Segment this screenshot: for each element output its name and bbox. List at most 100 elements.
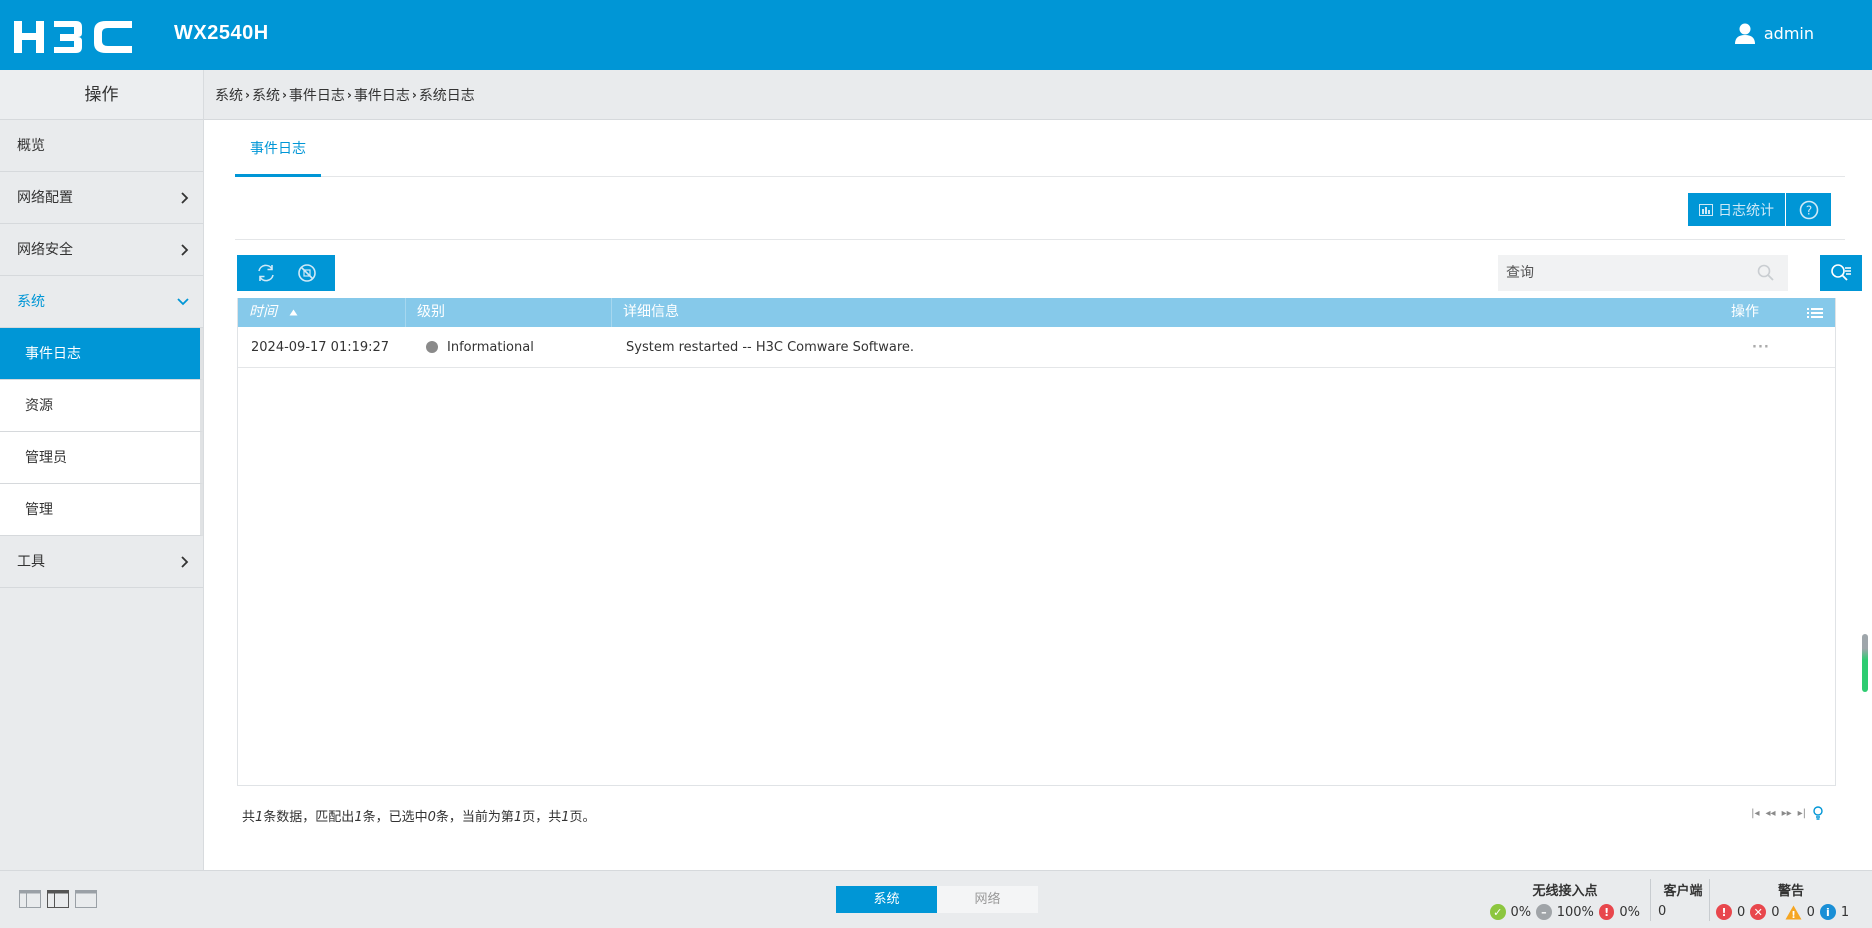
username: admin xyxy=(1763,23,1814,43)
sidebar: 操作 概览 网络配置 网络安全 系统 事件日志 资源 管理员 管理 工具 xyxy=(0,70,204,870)
ap-status[interactable]: 无线接入点 ✓ 0% –100% ! 0% xyxy=(1490,880,1640,924)
sidebar-item-overview[interactable]: 概览 xyxy=(0,120,203,172)
selected-count: 0 xyxy=(427,810,436,825)
chevron-right-icon: › xyxy=(411,87,417,102)
cell-detail: System restarted -- H3C Comware Software… xyxy=(626,339,915,355)
sidebar-item-tools[interactable]: 工具 xyxy=(0,536,203,588)
breadcrumb-item[interactable]: 系统 xyxy=(215,85,243,105)
alert-warning: 0 xyxy=(1806,904,1815,920)
table-toolbar xyxy=(237,255,1862,291)
breadcrumb-item[interactable]: 事件日志 xyxy=(354,85,410,105)
sidebar-item-system[interactable]: 系统 xyxy=(0,276,203,328)
status-divider xyxy=(1709,879,1710,921)
sidebar-item-network-security[interactable]: 网络安全 xyxy=(0,224,203,276)
layout-left-panel-icon[interactable] xyxy=(19,890,41,908)
client-status-title: 客户端 xyxy=(1663,884,1703,899)
row-more-button[interactable]: ··· xyxy=(1720,340,1835,355)
log-stats-button[interactable]: 日志统计 xyxy=(1688,193,1786,226)
client-count: 0 xyxy=(1658,904,1667,919)
column-header-detail[interactable]: 详细信息 xyxy=(612,298,1720,327)
breadcrumb-item[interactable]: 系统 xyxy=(252,85,280,105)
layout-default-icon[interactable] xyxy=(47,890,69,908)
column-header-level[interactable]: 级别 xyxy=(406,298,612,327)
chevron-right-icon xyxy=(181,172,189,224)
column-settings-icon[interactable] xyxy=(1795,298,1835,327)
sidebar-subitem-event-log[interactable]: 事件日志 xyxy=(0,328,203,380)
breadcrumb: 系统 › 系统 › 事件日志 › 事件日志 › 系统日志 xyxy=(204,70,1872,120)
first-page-icon[interactable]: |◂ xyxy=(1751,808,1759,819)
pagination-summary: 共1条数据，匹配出1条，已选中0条，当前为第1页，共1页。 xyxy=(242,806,596,825)
chevron-right-icon: › xyxy=(346,87,352,102)
h3c-logo xyxy=(14,21,132,53)
tab-event-log[interactable]: 事件日志 xyxy=(235,120,321,177)
tab-bar: 事件日志 xyxy=(235,120,1845,177)
critical-icon: ! xyxy=(1716,904,1732,920)
check-icon: ✓ xyxy=(1490,904,1506,920)
last-page-icon[interactable]: ▸| xyxy=(1798,808,1806,819)
next-page-icon[interactable]: ▸▸ xyxy=(1782,808,1792,819)
cell-level: Informational xyxy=(406,340,612,355)
chevron-right-icon: › xyxy=(245,87,250,102)
alert-status-title: 警告 xyxy=(1777,884,1804,899)
status-bar: 系统 网络 无线接入点 ✓ 0% –100% ! 0% 客户端 0 警告 ! 0 ✕ 0… xyxy=(0,870,1872,928)
alert-icon: ! xyxy=(1598,904,1615,920)
column-header-label: 时间 xyxy=(249,304,277,320)
summary-text: 条，当前为第 xyxy=(435,810,514,825)
pagination-controls: |◂ ◂◂ ▸▸ ▸| xyxy=(1751,806,1824,820)
advanced-search-icon xyxy=(1831,264,1851,281)
alert-info: 1 xyxy=(1840,904,1850,920)
help-button[interactable]: ? xyxy=(1786,193,1831,226)
error-icon: ✕ xyxy=(1750,904,1767,920)
summary-text: 条，已选中 xyxy=(362,810,428,825)
event-log-table: 时间 级别 详细信息 操作 2024-09-17 01:19:27 Inform… xyxy=(237,298,1836,786)
client-status[interactable]: 客户端 0 xyxy=(1658,880,1708,924)
ap-offline: 100% xyxy=(1556,904,1594,920)
layout-full-icon[interactable] xyxy=(75,890,97,908)
sidebar-item-label: 系统 xyxy=(17,294,45,310)
alert-critical: 0 xyxy=(1737,904,1746,920)
sidebar-item-label: 概览 xyxy=(17,138,45,154)
prev-page-icon[interactable]: ◂◂ xyxy=(1766,808,1776,819)
switch-system[interactable]: 系统 xyxy=(836,886,937,913)
breadcrumb-item: 系统日志 xyxy=(418,87,475,104)
refresh-icon[interactable] xyxy=(255,262,277,284)
chevron-right-icon xyxy=(181,536,189,588)
switch-network[interactable]: 网络 xyxy=(937,886,1038,913)
search-input[interactable] xyxy=(1506,265,1746,281)
sidebar-item-network-config[interactable]: 网络配置 xyxy=(0,172,203,224)
help-icon: ? xyxy=(1799,200,1818,219)
minus-icon: – xyxy=(1536,904,1552,920)
view-switch: 系统 网络 xyxy=(836,886,1038,913)
info-icon: i xyxy=(1819,904,1836,920)
log-stats-label: 日志统计 xyxy=(1718,202,1774,219)
table-row[interactable]: 2024-09-17 01:19:27 Informational System… xyxy=(238,327,1835,368)
table-action-group xyxy=(237,255,335,291)
sidebar-subitem-management[interactable]: 管理 xyxy=(0,484,203,536)
clear-icon[interactable] xyxy=(296,262,318,284)
sidebar-subitem-administrators[interactable]: 管理员 xyxy=(0,432,203,484)
alert-status[interactable]: 警告 ! 0 ✕ 0 ! 0 i1 xyxy=(1716,880,1866,924)
summary-text: 页，共 xyxy=(522,810,562,825)
chevron-right-icon: › xyxy=(281,87,287,102)
layout-switcher xyxy=(19,890,97,908)
sidebar-subitem-resources[interactable]: 资源 xyxy=(0,380,203,432)
main-content: 事件日志 日志统计 ? 时间 xyxy=(204,120,1872,870)
svg-text:?: ? xyxy=(1805,203,1811,217)
svg-text:!: ! xyxy=(1791,910,1796,920)
search-icon[interactable] xyxy=(1757,264,1774,281)
scroll-indicator[interactable] xyxy=(1862,634,1868,692)
table-header: 时间 级别 详细信息 操作 xyxy=(238,298,1835,327)
user-icon xyxy=(1734,23,1755,44)
user-menu[interactable]: admin xyxy=(1734,22,1814,44)
column-header-time[interactable]: 时间 xyxy=(238,298,406,327)
chevron-down-icon xyxy=(177,276,189,328)
breadcrumb-item[interactable]: 事件日志 xyxy=(289,85,345,105)
status-divider xyxy=(1650,879,1651,921)
column-header-ops: 操作 xyxy=(1731,304,1759,320)
tip-bulb-icon[interactable] xyxy=(1812,806,1824,820)
advanced-search-button[interactable] xyxy=(1820,255,1862,291)
ap-online: 0% xyxy=(1510,904,1532,920)
sidebar-item-label: 网络安全 xyxy=(17,242,73,258)
cell-time: 2024-09-17 01:19:27 xyxy=(251,339,390,355)
summary-text: 条数据，匹配出 xyxy=(263,810,355,825)
